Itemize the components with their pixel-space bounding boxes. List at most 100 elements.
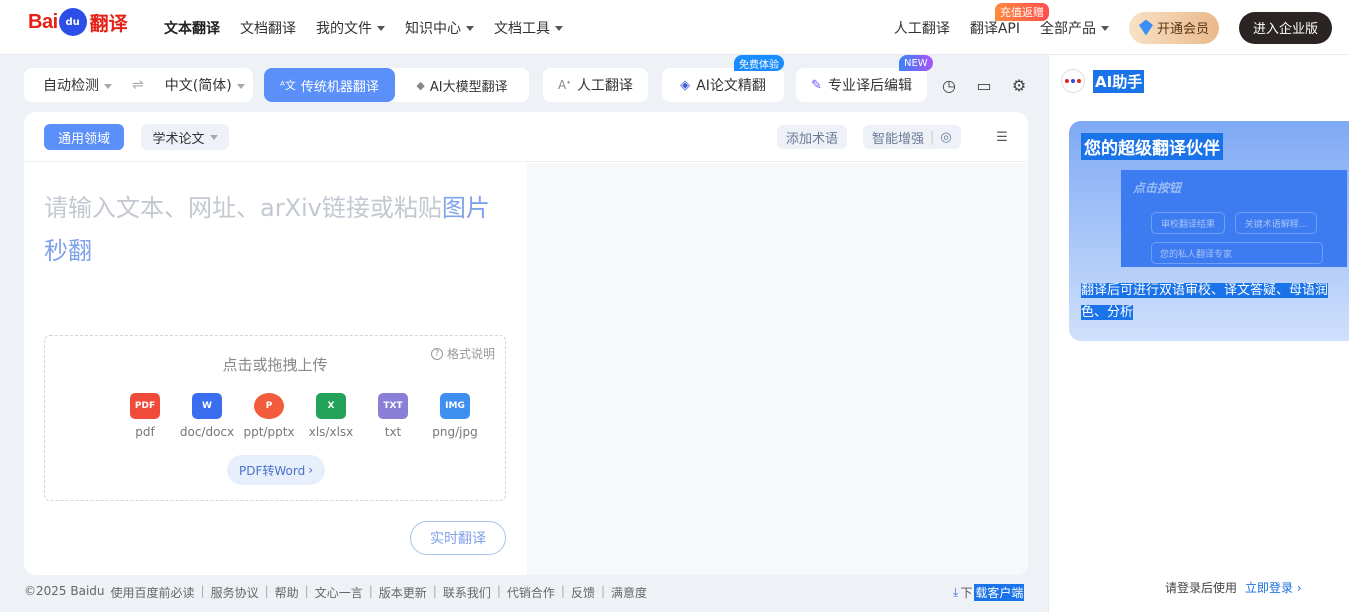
nav-doc-translate[interactable]: 文档翻译 [240,18,296,38]
translation-mode-toggle: ᴬ文 传统机器翻译 ◆ AI大模型翻译 [264,68,529,102]
realtime-translate-button[interactable]: 实时翻译 [410,521,506,555]
footer-link[interactable]: 服务协议 [211,584,259,601]
ai-sparkle-icon: Aᐩ [558,78,571,92]
nav-doc-tools[interactable]: 文档工具 [494,18,563,38]
nav-translate-api[interactable]: 翻译API [970,18,1020,38]
history-clock-icon[interactable]: ◷ [939,75,959,95]
divider: | [432,584,437,598]
target-language-select[interactable]: 中文(简体) [165,75,245,95]
layout-toggle-icon[interactable]: ☰ [989,125,1015,149]
image-file-icon: IMG [440,393,470,419]
download-icon: ⤓ [953,585,959,599]
divider: | [600,584,605,598]
ai-assistant-icon [1061,69,1085,93]
domain-academic-label: 学术论文 [152,131,205,147]
excel-file-icon: X [316,393,346,419]
ppt-file-icon: P [254,393,284,419]
logo-text-bai: Bai [28,10,58,33]
vip-button[interactable]: 开通会员 [1129,11,1219,44]
domain-academic-select[interactable]: 学术论文 [141,124,229,150]
footer-link[interactable]: 使用百度前必读 [111,584,195,601]
footer-link[interactable]: 代销合作 [507,584,555,601]
pdf-to-word-button[interactable]: PDF转Word › [227,455,325,485]
footer-link[interactable]: 帮助 [275,584,299,601]
word-file-icon: W [192,393,222,419]
txt-file-icon: TXT [378,393,408,419]
footer-link[interactable]: 版本更新 [379,584,427,601]
logo-text-fanyi: 翻译 [89,12,128,35]
divider: | [496,584,501,598]
file-upload-dropzone[interactable]: 点击或拖拽上传 ? 格式说明 PDF pdf Wdoc/docx Pppt/pptx… [44,335,506,501]
download-label-prefix: 下 [960,586,973,600]
divider: | [368,584,373,598]
chevron-down-icon [466,26,474,31]
promo-illustration: 点击按钮 审校翻译结果 关键术语解释... 您的私人翻译专家 [1121,170,1347,267]
input-placeholder: 请输入文本、网址、arXiv链接或粘贴 [44,194,442,222]
enterprise-button[interactable]: 进入企业版 [1239,11,1332,44]
chevron-down-icon [236,83,245,89]
post-edit-button[interactable]: ✎ 专业译后编辑 [796,68,927,102]
login-link[interactable]: 立即登录 › [1245,581,1302,595]
ai-panel-title: AI助手 [1093,69,1145,93]
nav-text-translate[interactable]: 文本翻译 [164,18,220,38]
target-language-label: 中文(简体) [164,78,232,94]
promo-description-text: 翻译后可进行双语审校、译文答疑、母语润色、分析 [1081,283,1329,320]
file-type-label: xls/xlsx [308,425,354,439]
footer-link[interactable]: 文心一言 [315,584,363,601]
nav-knowledge[interactable]: 知识中心 [405,18,474,38]
post-edit-label: 专业译后编辑 [827,78,912,94]
pdf-to-word-label: PDF转Word [238,463,306,478]
mode-llm[interactable]: ◆ AI大模型翻译 [395,68,529,102]
mode-traditional[interactable]: ᴬ文 传统机器翻译 [264,68,395,102]
pen-icon: ✎ [811,77,822,93]
settings-gear-icon[interactable]: ⚙ [1009,75,1029,95]
footer-link[interactable]: 满意度 [611,584,647,601]
source-language-label: 自动检测 [43,78,99,94]
vip-button-label: 开通会员 [1156,22,1209,37]
promo-illustration-button: 审校翻译结果 [1151,212,1225,234]
smart-enhance-toggle[interactable]: 智能增强 | ◎ [863,125,961,149]
nav-my-files-label: 我的文件 [316,20,372,37]
human-translation-button[interactable]: Aᐩ 人工翻译 [543,68,648,102]
footer-link[interactable]: 联系我们 [443,584,491,601]
format-help-link[interactable]: ? 格式说明 [430,345,495,362]
mode-llm-label: AI大模型翻译 [429,79,508,95]
ai-promo-card[interactable]: 您的超级翻译伙伴 点击按钮 审校翻译结果 关键术语解释... 您的私人翻译专家 … [1069,121,1349,341]
download-client-link[interactable]: ⤓ 下载客户端 [953,584,1025,601]
baidu-translate-logo[interactable]: Bai du 翻译 [28,8,128,36]
nav-knowledge-label: 知识中心 [405,20,461,37]
add-term-button[interactable]: 添加术语 [777,125,848,149]
chevron-down-icon [104,83,112,89]
divider: | [264,584,269,598]
paste-image-link[interactable]: 图片 [442,194,490,222]
folder-icon[interactable]: ▭ [974,75,994,95]
mode-traditional-label: 传统机器翻译 [300,79,379,95]
login-prompt: 请登录后使用 立即登录 › [1165,579,1302,596]
nav-my-files[interactable]: 我的文件 [316,18,385,38]
ai-panel-header: AI助手 [1061,69,1145,93]
copyright: ©2025 Baidu [24,584,105,598]
divider: | [304,584,309,598]
nav-human-translation[interactable]: 人工翻译 [894,18,950,38]
divider: | [930,129,935,145]
footer-links: ©2025 Baidu 使用百度前必读 | 服务协议 | 帮助 | 文心一言 | 版本更… [24,584,647,601]
promo-description: 翻译后可进行双语审校、译文答疑、母语润色、分析 [1081,280,1347,324]
footer-link[interactable]: 反馈 [571,584,595,601]
source-text-input[interactable]: 请输入文本、网址、arXiv链接或粘贴图片秒翻 [44,187,504,273]
source-language-select[interactable]: 自动检测 [43,75,112,95]
format-help-label: 格式说明 [446,347,495,361]
swap-languages-icon[interactable]: ⇌ [132,77,144,93]
file-type-xls: Xxls/xlsx [307,393,355,439]
ai-assistant-panel: AI助手 您的超级翻译伙伴 点击按钮 审校翻译结果 关键术语解释... 您的私人… [1048,55,1349,612]
paw-icon: du [58,8,87,36]
nav-all-products[interactable]: 全部产品 [1040,18,1109,38]
download-label-hl: 载客户端 [974,584,1025,601]
right-nav: 人工翻译 翻译API 全部产品 开通会员 进入企业版 [894,0,1332,55]
domain-general-chip[interactable]: 通用领域 [44,124,124,150]
translation-output-pane [527,163,1028,575]
main-nav: 文本翻译 文档翻译 我的文件 知识中心 文档工具 [164,0,563,55]
file-type-label: ppt/pptx [243,425,295,439]
nav-all-products-label: 全部产品 [1040,20,1096,37]
file-type-label: pdf [135,425,155,439]
paper-polish-button[interactable]: ◈ AI论文精翻 [662,68,784,102]
